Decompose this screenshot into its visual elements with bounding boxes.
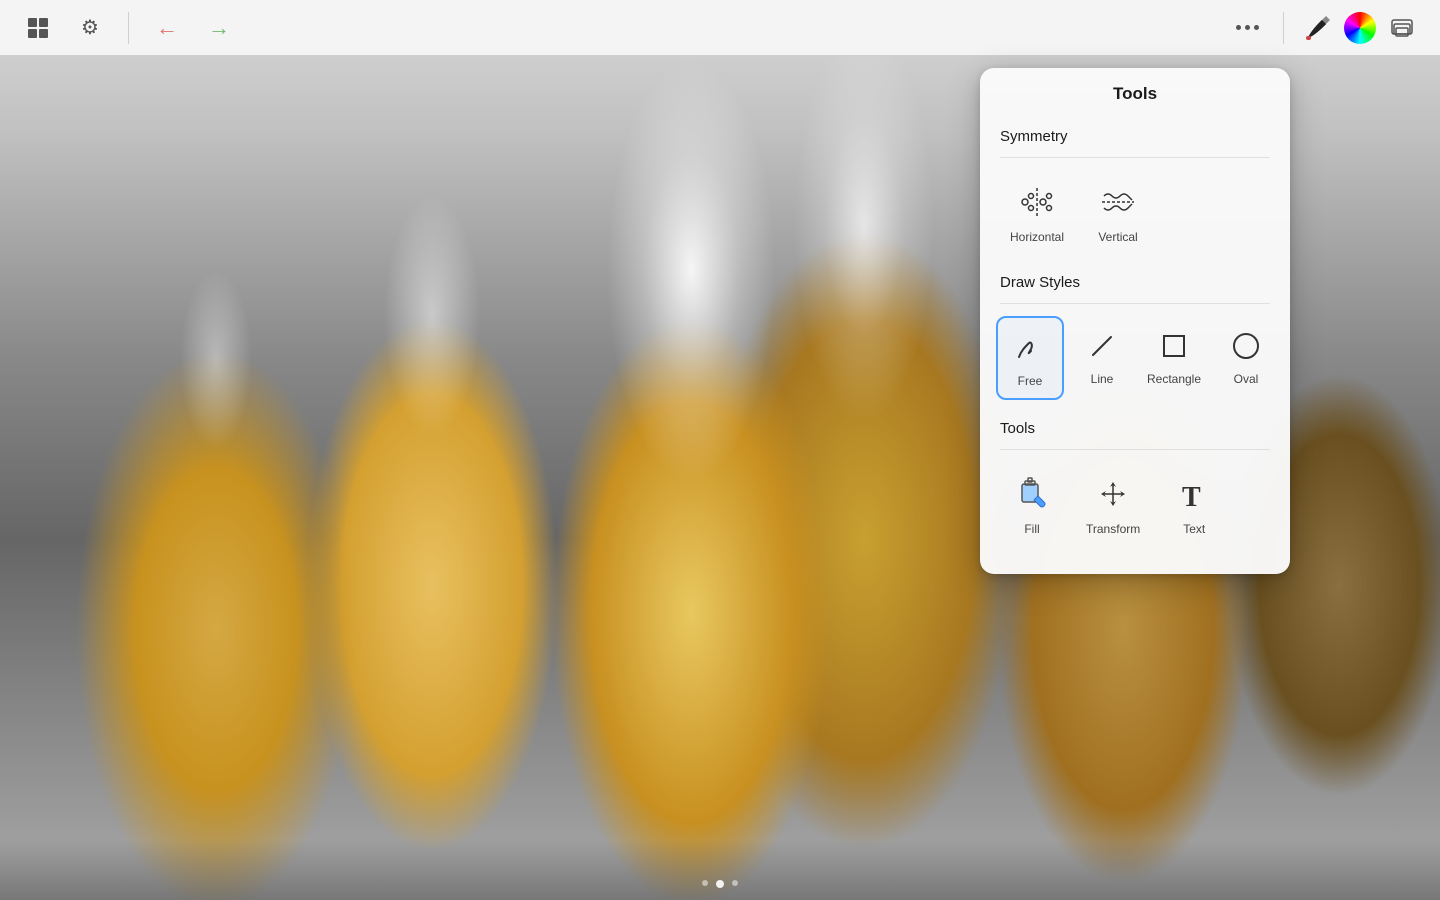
- more-dot-2: [1245, 25, 1250, 30]
- more-dot-1: [1236, 25, 1241, 30]
- draw-styles-divider: [1000, 303, 1270, 304]
- text-tool-button[interactable]: T Text: [1158, 462, 1230, 546]
- rectangle-draw-label: Rectangle: [1147, 372, 1201, 386]
- page-dot-2: [716, 880, 724, 888]
- symmetry-vertical-button[interactable]: Vertical: [1082, 170, 1154, 254]
- fill-tool-icon: [1010, 472, 1054, 516]
- more-dot-3: [1254, 25, 1259, 30]
- toolbar-right: [1224, 6, 1424, 50]
- line-draw-icon: [1082, 326, 1122, 366]
- undo-button[interactable]: ←: [145, 6, 189, 50]
- text-tool-label: Text: [1183, 522, 1205, 536]
- toolbar-left: ⚙ ← →: [16, 6, 241, 50]
- draw-style-free-button[interactable]: Free: [996, 316, 1064, 400]
- oval-draw-label: Oval: [1234, 372, 1259, 386]
- redo-button[interactable]: →: [197, 6, 241, 50]
- symmetry-horizontal-button[interactable]: Horizontal: [996, 170, 1078, 254]
- page-indicator: [702, 880, 738, 888]
- tools-panel: Tools Symmetry Horizontal: [980, 68, 1290, 574]
- horizontal-symmetry-icon: [1015, 180, 1059, 224]
- oval-draw-icon: [1226, 326, 1266, 366]
- tools-row: Fill Transform T: [980, 454, 1290, 554]
- transform-tool-label: Transform: [1086, 522, 1140, 536]
- draw-style-line-button[interactable]: Line: [1068, 316, 1136, 396]
- toolbar: ⚙ ← →: [0, 0, 1440, 56]
- symmetry-section-label: Symmetry: [980, 116, 1290, 153]
- layers-icon: [1388, 14, 1416, 42]
- free-draw-icon: [1010, 328, 1050, 368]
- fill-tool-label: Fill: [1024, 522, 1039, 536]
- page-dot-1: [702, 880, 708, 886]
- layers-button[interactable]: [1380, 6, 1424, 50]
- tools-section-label: Tools: [980, 408, 1290, 445]
- rectangle-draw-icon: [1154, 326, 1194, 366]
- page-dot-3: [732, 880, 738, 886]
- line-draw-label: Line: [1091, 372, 1114, 386]
- color-wheel-button[interactable]: [1344, 12, 1376, 44]
- symmetry-row: Horizontal Vertical: [980, 162, 1290, 262]
- settings-button[interactable]: ⚙: [68, 6, 112, 50]
- toolbar-right-divider: [1283, 12, 1284, 44]
- brush-icon: [1302, 12, 1334, 44]
- tools-panel-title: Tools: [980, 68, 1290, 116]
- svg-text:T: T: [1182, 482, 1201, 513]
- transform-tool-icon: [1091, 472, 1135, 516]
- vertical-symmetry-icon: [1096, 180, 1140, 224]
- tools-section-divider: [1000, 449, 1270, 450]
- grid-icon: [28, 18, 48, 38]
- redo-icon: →: [208, 15, 230, 41]
- horizontal-symmetry-label: Horizontal: [1010, 230, 1064, 244]
- undo-icon: ←: [156, 15, 178, 41]
- gear-icon: ⚙: [81, 15, 99, 40]
- draw-styles-row: Free Line Rectangle: [980, 308, 1290, 408]
- vertical-symmetry-label: Vertical: [1098, 230, 1137, 244]
- text-tool-icon: T: [1172, 472, 1216, 516]
- transform-tool-button[interactable]: Transform: [1072, 462, 1154, 546]
- symmetry-divider: [1000, 157, 1270, 158]
- brush-button[interactable]: [1296, 6, 1340, 50]
- draw-style-oval-button[interactable]: Oval: [1212, 316, 1280, 396]
- free-draw-label: Free: [1018, 374, 1043, 388]
- draw-styles-section-label: Draw Styles: [980, 262, 1290, 299]
- toolbar-divider: [128, 12, 129, 44]
- fill-tool-button[interactable]: Fill: [996, 462, 1068, 546]
- gallery-button[interactable]: [16, 6, 60, 50]
- more-button[interactable]: [1224, 17, 1271, 38]
- draw-style-rectangle-button[interactable]: Rectangle: [1140, 316, 1208, 396]
